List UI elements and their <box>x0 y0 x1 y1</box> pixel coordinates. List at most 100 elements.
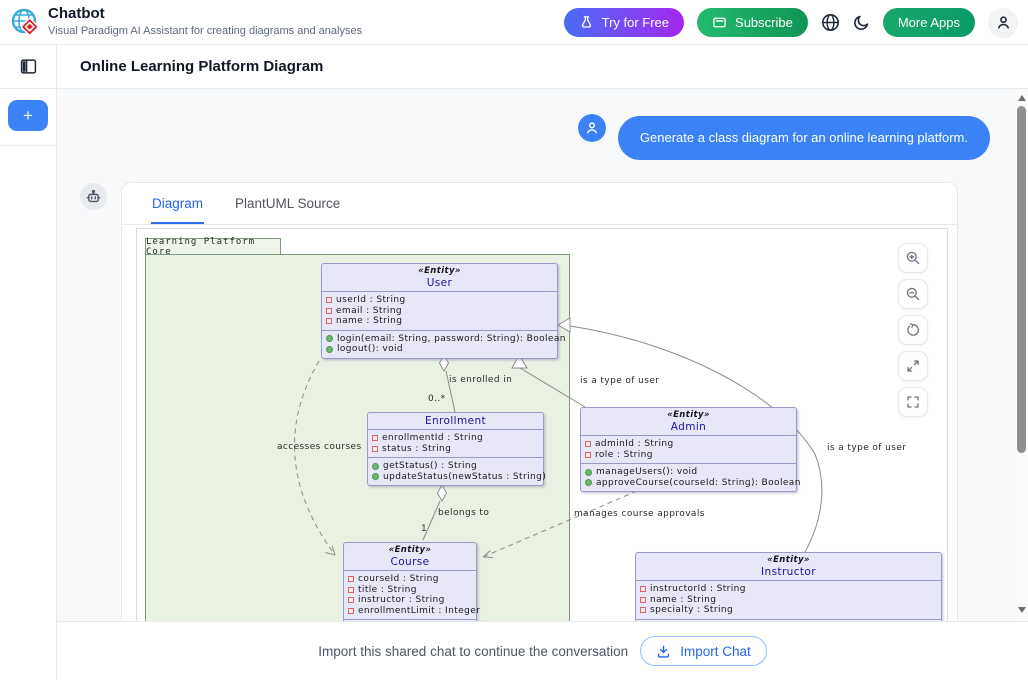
chat-content: Generate a class diagram for an online l… <box>57 89 1028 621</box>
class-user[interactable]: «Entity» User userId : String email : St… <box>321 263 558 359</box>
try-for-free-button[interactable]: Try for Free <box>564 8 684 37</box>
class-course[interactable]: «Entity» Course courseId : String title … <box>343 542 477 621</box>
private-attribute-icon <box>348 597 354 603</box>
method: logout(): void <box>337 344 403 355</box>
private-attribute-icon <box>326 297 332 303</box>
public-method-icon <box>372 473 379 480</box>
new-chat-button[interactable]: + <box>8 100 48 131</box>
header-actions: Try for Free Subscribe More Apps <box>564 0 1018 45</box>
app-titles: Chatbot Visual Paradigm AI Assistant for… <box>48 5 362 38</box>
attribute: enrollmentLimit : Integer <box>358 606 480 617</box>
class-name: Admin <box>585 421 792 434</box>
expand-button[interactable] <box>898 351 928 381</box>
more-apps-button[interactable]: More Apps <box>883 8 975 37</box>
card-icon <box>712 15 727 30</box>
dark-mode-moon-icon[interactable] <box>853 14 870 31</box>
private-attribute-icon <box>348 608 354 614</box>
stereotype: «Entity» <box>326 266 553 277</box>
private-attribute-icon <box>640 607 646 613</box>
private-attribute-icon <box>585 452 591 458</box>
attribute: status : String <box>382 444 451 455</box>
private-attribute-icon <box>326 308 332 314</box>
zoom-in-button[interactable] <box>898 243 928 273</box>
public-method-icon <box>585 479 592 486</box>
edge-label-instructor-is-a-type-of-user: is a type of user <box>827 443 906 453</box>
reset-view-button[interactable] <box>898 315 928 345</box>
private-attribute-icon <box>372 435 378 441</box>
attribute: name : String <box>336 316 402 327</box>
zoom-out-button[interactable] <box>898 279 928 309</box>
public-method-icon <box>326 335 333 342</box>
method: updateStatus(newStatus : String) <box>383 472 546 483</box>
public-method-icon <box>585 469 592 476</box>
attribute: email : String <box>336 306 402 317</box>
class-course-header: «Entity» Course <box>344 543 476 571</box>
page-title: Online Learning Platform Diagram <box>80 58 323 75</box>
try-for-free-label: Try for Free <box>602 15 669 30</box>
method: approveCourse(courseId: String): Boolean <box>596 478 801 489</box>
attribute: instructor : String <box>358 595 445 606</box>
class-enrollment-methods: getStatus() : String updateStatus(newSta… <box>368 458 543 485</box>
stereotype: «Entity» <box>348 545 472 556</box>
tab-bar: Diagram PlantUML Source <box>122 183 957 225</box>
attribute: adminId : String <box>595 439 674 450</box>
subscribe-label: Subscribe <box>735 15 793 30</box>
edge-label-is-enrolled-in: is enrolled in <box>449 375 512 385</box>
method: manageUsers(): void <box>596 467 698 478</box>
attribute: enrollmentId : String <box>382 433 483 444</box>
user-message-bubble: Generate a class diagram for an online l… <box>618 116 990 160</box>
tab-plantuml-label: PlantUML Source <box>235 196 340 211</box>
private-attribute-icon <box>348 576 354 582</box>
scrollbar-thumb[interactable] <box>1017 106 1026 453</box>
attribute: name : String <box>650 595 716 606</box>
attribute: courseId : String <box>358 574 439 585</box>
app-subtitle: Visual Paradigm AI Assistant for creatin… <box>48 25 362 38</box>
import-bar: Import this shared chat to continue the … <box>57 621 1028 680</box>
diagram-card: Diagram PlantUML Source Learning Platfor… <box>121 182 958 621</box>
public-method-icon <box>372 463 379 470</box>
sidebar-toggle-icon[interactable] <box>20 58 37 75</box>
attribute: instructorId : String <box>650 584 746 595</box>
class-enrollment-header: Enrollment <box>368 413 543 430</box>
class-instructor[interactable]: «Entity» Instructor instructorId : Strin… <box>635 552 942 621</box>
flask-icon <box>579 15 594 30</box>
plus-icon: + <box>23 106 33 126</box>
stereotype: «Entity» <box>640 555 937 566</box>
tab-diagram[interactable]: Diagram <box>151 196 204 224</box>
class-instructor-header: «Entity» Instructor <box>636 553 941 581</box>
method: login(email: String, password: String): … <box>337 334 566 345</box>
method: getStatus() : String <box>383 461 477 472</box>
class-enrollment[interactable]: Enrollment enrollmentId : String status … <box>367 412 544 486</box>
class-user-attributes: userId : String email : String name : St… <box>322 292 557 331</box>
vertical-scrollbar <box>1016 89 1028 621</box>
diagram-viewport[interactable]: Learning Platform Core <box>136 228 948 621</box>
class-user-methods: login(email: String, password: String): … <box>322 331 557 358</box>
class-enrollment-attributes: enrollmentId : String status : String <box>368 430 543 458</box>
user-avatar <box>578 114 606 142</box>
class-admin[interactable]: «Entity» Admin adminId : String role : S… <box>580 407 797 492</box>
scroll-up-arrow[interactable] <box>1018 95 1026 101</box>
attribute: specialty : String <box>650 605 733 616</box>
more-apps-label: More Apps <box>898 15 960 30</box>
private-attribute-icon <box>640 597 646 603</box>
private-attribute-icon <box>640 586 646 592</box>
import-chat-label: Import Chat <box>680 644 751 659</box>
fullscreen-button[interactable] <box>898 387 928 417</box>
private-attribute-icon <box>348 587 354 593</box>
sidebar-top-row <box>0 45 56 89</box>
subscribe-button[interactable]: Subscribe <box>697 8 808 37</box>
import-text: Import this shared chat to continue the … <box>318 644 628 659</box>
class-instructor-attributes: instructorId : String name : String spec… <box>636 581 941 620</box>
language-globe-icon[interactable] <box>821 13 840 32</box>
class-admin-header: «Entity» Admin <box>581 408 796 436</box>
attribute: title : String <box>358 585 417 596</box>
private-attribute-icon <box>326 318 332 324</box>
tab-diagram-label: Diagram <box>152 196 203 211</box>
scroll-down-arrow[interactable] <box>1018 607 1026 613</box>
tab-plantuml-source[interactable]: PlantUML Source <box>234 196 341 224</box>
class-admin-methods: manageUsers(): void approveCourse(course… <box>581 464 796 491</box>
edge-label-manages-course-approvals: manages course approvals <box>574 509 705 519</box>
import-chat-button[interactable]: Import Chat <box>640 636 767 666</box>
account-avatar[interactable] <box>988 8 1018 38</box>
edge-label-accesses-courses: accesses courses <box>277 442 362 452</box>
